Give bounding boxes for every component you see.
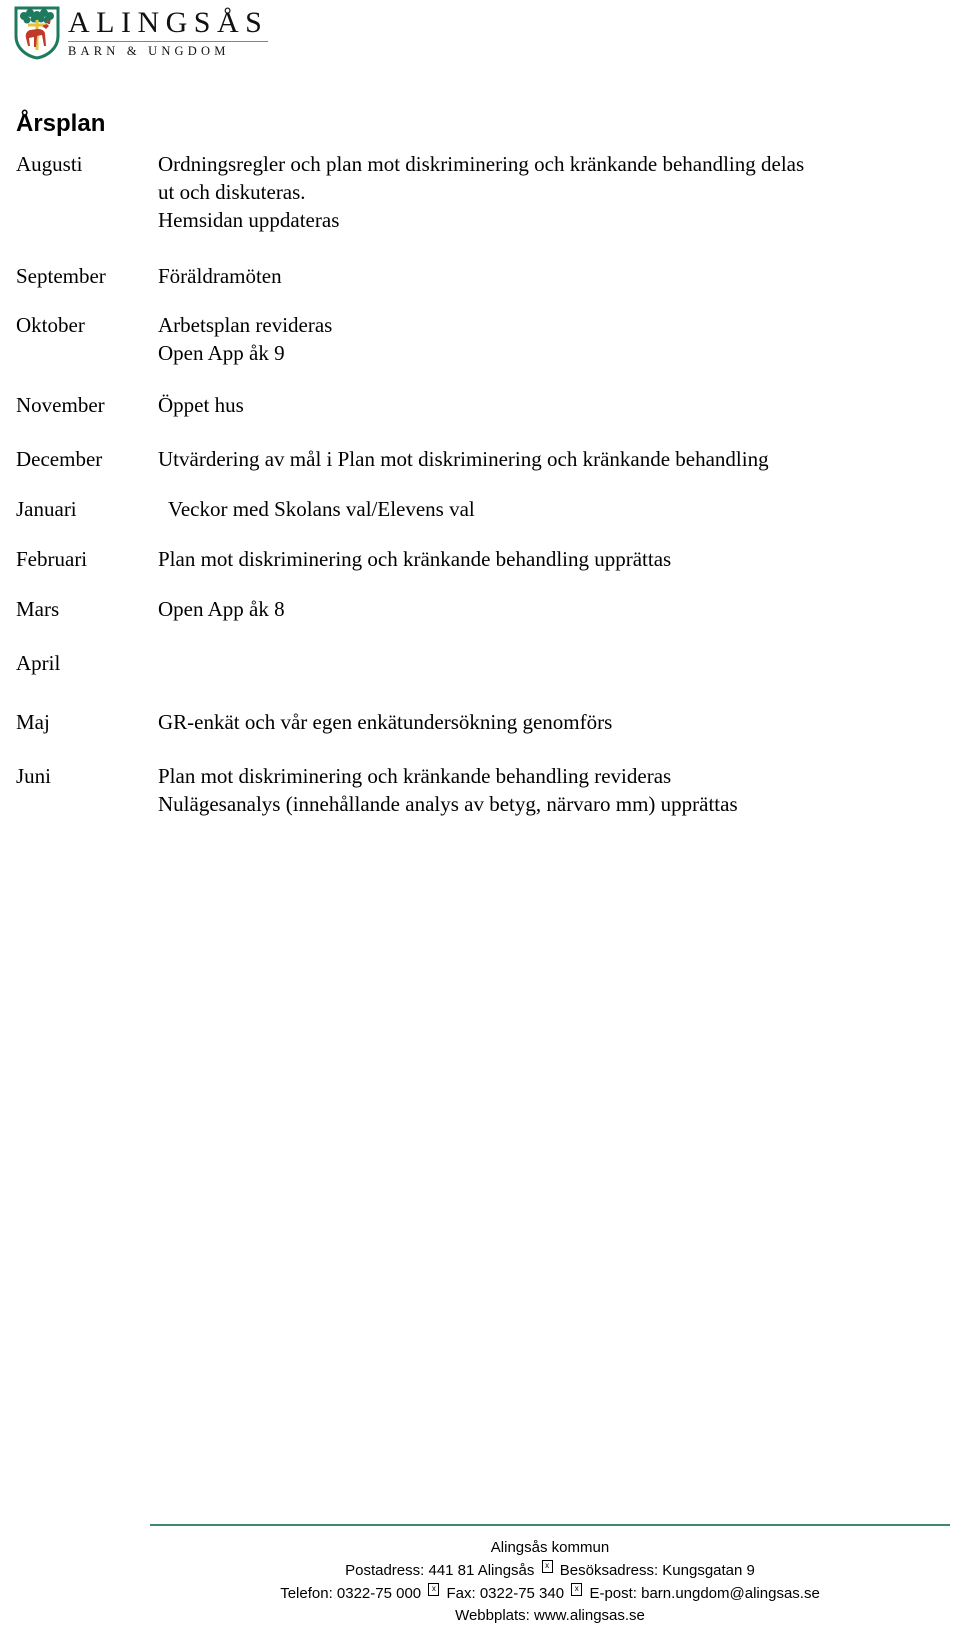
page-title: Årsplan — [16, 110, 106, 138]
plan-row-month: Mars — [16, 597, 60, 622]
footer-contact-line: Telefon: 0322-75 000 x Fax: 0322-75 340 … — [150, 1582, 950, 1606]
plan-activity-line: Utvärdering av mål i Plan mot diskrimine… — [158, 446, 769, 471]
separator-box-icon: x — [571, 1582, 583, 1596]
plan-activity-line: Öppet hus — [158, 392, 244, 417]
separator-box-icon: x — [541, 1559, 553, 1573]
plan-row: Oktober Arbetsplan revideras Open App åk 9 — [16, 311, 944, 367]
footer-website[interactable]: Webbplats: www.alingsas.se — [150, 1605, 950, 1628]
plan-activity-line: Arbetsplan revideras — [158, 312, 333, 337]
plan-activity-line: Ordningsregler och plan mot diskrimineri… — [158, 152, 805, 176]
brand-wordmark-main: ALINGSÅS — [68, 6, 269, 39]
footer-email[interactable]: E-post: barn.ungdom@alingsas.se — [589, 1585, 819, 1602]
plan-activity-line: GR-enkät och vår egen enkätundersökning … — [158, 709, 613, 734]
plan-activity-line: Plan mot diskriminering och kränkande be… — [158, 763, 672, 788]
plan-row-month: Februari — [16, 547, 88, 572]
plan-row-activities: Föräldramöten — [158, 262, 944, 290]
plan-row: Mars Open App åk 8 — [16, 595, 944, 623]
brand-wordmark: ALINGSÅS BARN & UNGDOM — [68, 6, 269, 58]
plan-row-month: Juni — [16, 763, 52, 788]
footer-address-line: Postadress: 441 81 Alingsås x Besöksadre… — [150, 1559, 950, 1583]
plan-row: November Öppet hus — [16, 391, 944, 419]
plan-row: Juni Plan mot diskriminering och kränkand… — [16, 762, 944, 818]
plan-row-activities: Open App åk 8 — [158, 595, 944, 623]
plan-activity-line: Nulägesanalys (innehållande analys av be… — [158, 791, 738, 816]
plan-activity-line: Hemsidan uppdateras — [158, 208, 340, 233]
footer-contact-block: Alingsås kommun Postadress: 441 81 Aling… — [150, 1526, 950, 1628]
brand-wordmark-sub: BARN & UNGDOM — [68, 44, 230, 58]
plan-row-activities: Plan mot diskriminering och kränkande be… — [158, 545, 944, 573]
plan-row-month: Oktober — [16, 312, 85, 337]
plan-row: Augusti Ordningsregler och plan mot diskr… — [16, 150, 944, 234]
footer-fax: Fax: 0322-75 340 — [446, 1584, 565, 1602]
plan-activity-line: Plan mot diskriminering och kränkande be… — [158, 547, 672, 572]
page-footer: Alingsås kommun Postadress: 441 81 Aling… — [150, 1524, 950, 1628]
plan-row-activities: GR-enkät och vår egen enkätundersökning … — [158, 708, 944, 736]
plan-row-month: Maj — [16, 709, 50, 734]
plan-row: December Utvärdering av mål i Plan mot di… — [16, 445, 944, 473]
plan-row: September Föräldramöten — [16, 262, 944, 290]
plan-row-month: September — [16, 264, 106, 289]
footer-besoksadress: Besöksadress: Kungsgatan 9 — [559, 1561, 755, 1579]
plan-row-month: Augusti — [16, 152, 83, 176]
brand-logo: ALINGSÅS BARN & UNGDOM — [14, 6, 269, 60]
plan-activity-line: Open App åk 9 — [158, 340, 285, 365]
plan-row: Januari Veckor med Skolans val/Elevens va… — [16, 495, 944, 523]
plan-row: Maj GR-enkät och vår egen enkätundersökni… — [16, 708, 944, 736]
plan-row: Februari Plan mot diskriminering och krän… — [16, 545, 944, 573]
footer-organisation: Alingsås kommun — [490, 1539, 610, 1556]
footer-telefon: Telefon: 0322-75 000 — [280, 1584, 422, 1602]
separator-box-icon: x — [428, 1582, 440, 1596]
plan-row-month: December — [16, 446, 103, 471]
annual-plan-table: Augusti Ordningsregler och plan mot diskr… — [16, 150, 944, 818]
plan-row-activities: Plan mot diskriminering och kränkande be… — [158, 762, 944, 818]
alingsas-coat-of-arms-icon — [14, 6, 60, 60]
plan-row-activities: Veckor med Skolans val/Elevens val — [158, 495, 944, 523]
plan-row-month: November — [16, 392, 105, 417]
plan-row-activities: Utvärdering av mål i Plan mot diskrimine… — [158, 445, 944, 473]
plan-row-activities: Öppet hus — [158, 391, 944, 419]
plan-row-activities — [158, 649, 944, 677]
plan-row-month: Januari — [16, 497, 77, 521]
plan-row: April — [16, 649, 944, 677]
plan-row-activities: Ordningsregler och plan mot diskrimineri… — [158, 150, 944, 234]
plan-row-month: April — [16, 651, 61, 676]
plan-activity-line: Veckor med Skolans val/Elevens val — [168, 497, 475, 521]
plan-activity-line: Föräldramöten — [158, 264, 282, 289]
footer-postadress: Postadress: 441 81 Alingsås — [345, 1561, 535, 1579]
brand-wordmark-divider — [68, 41, 269, 42]
plan-activity-line: Open App åk 8 — [158, 597, 285, 622]
plan-activity-line: ut och diskuteras. — [158, 180, 306, 205]
plan-row-activities: Arbetsplan revideras Open App åk 9 — [158, 311, 944, 367]
